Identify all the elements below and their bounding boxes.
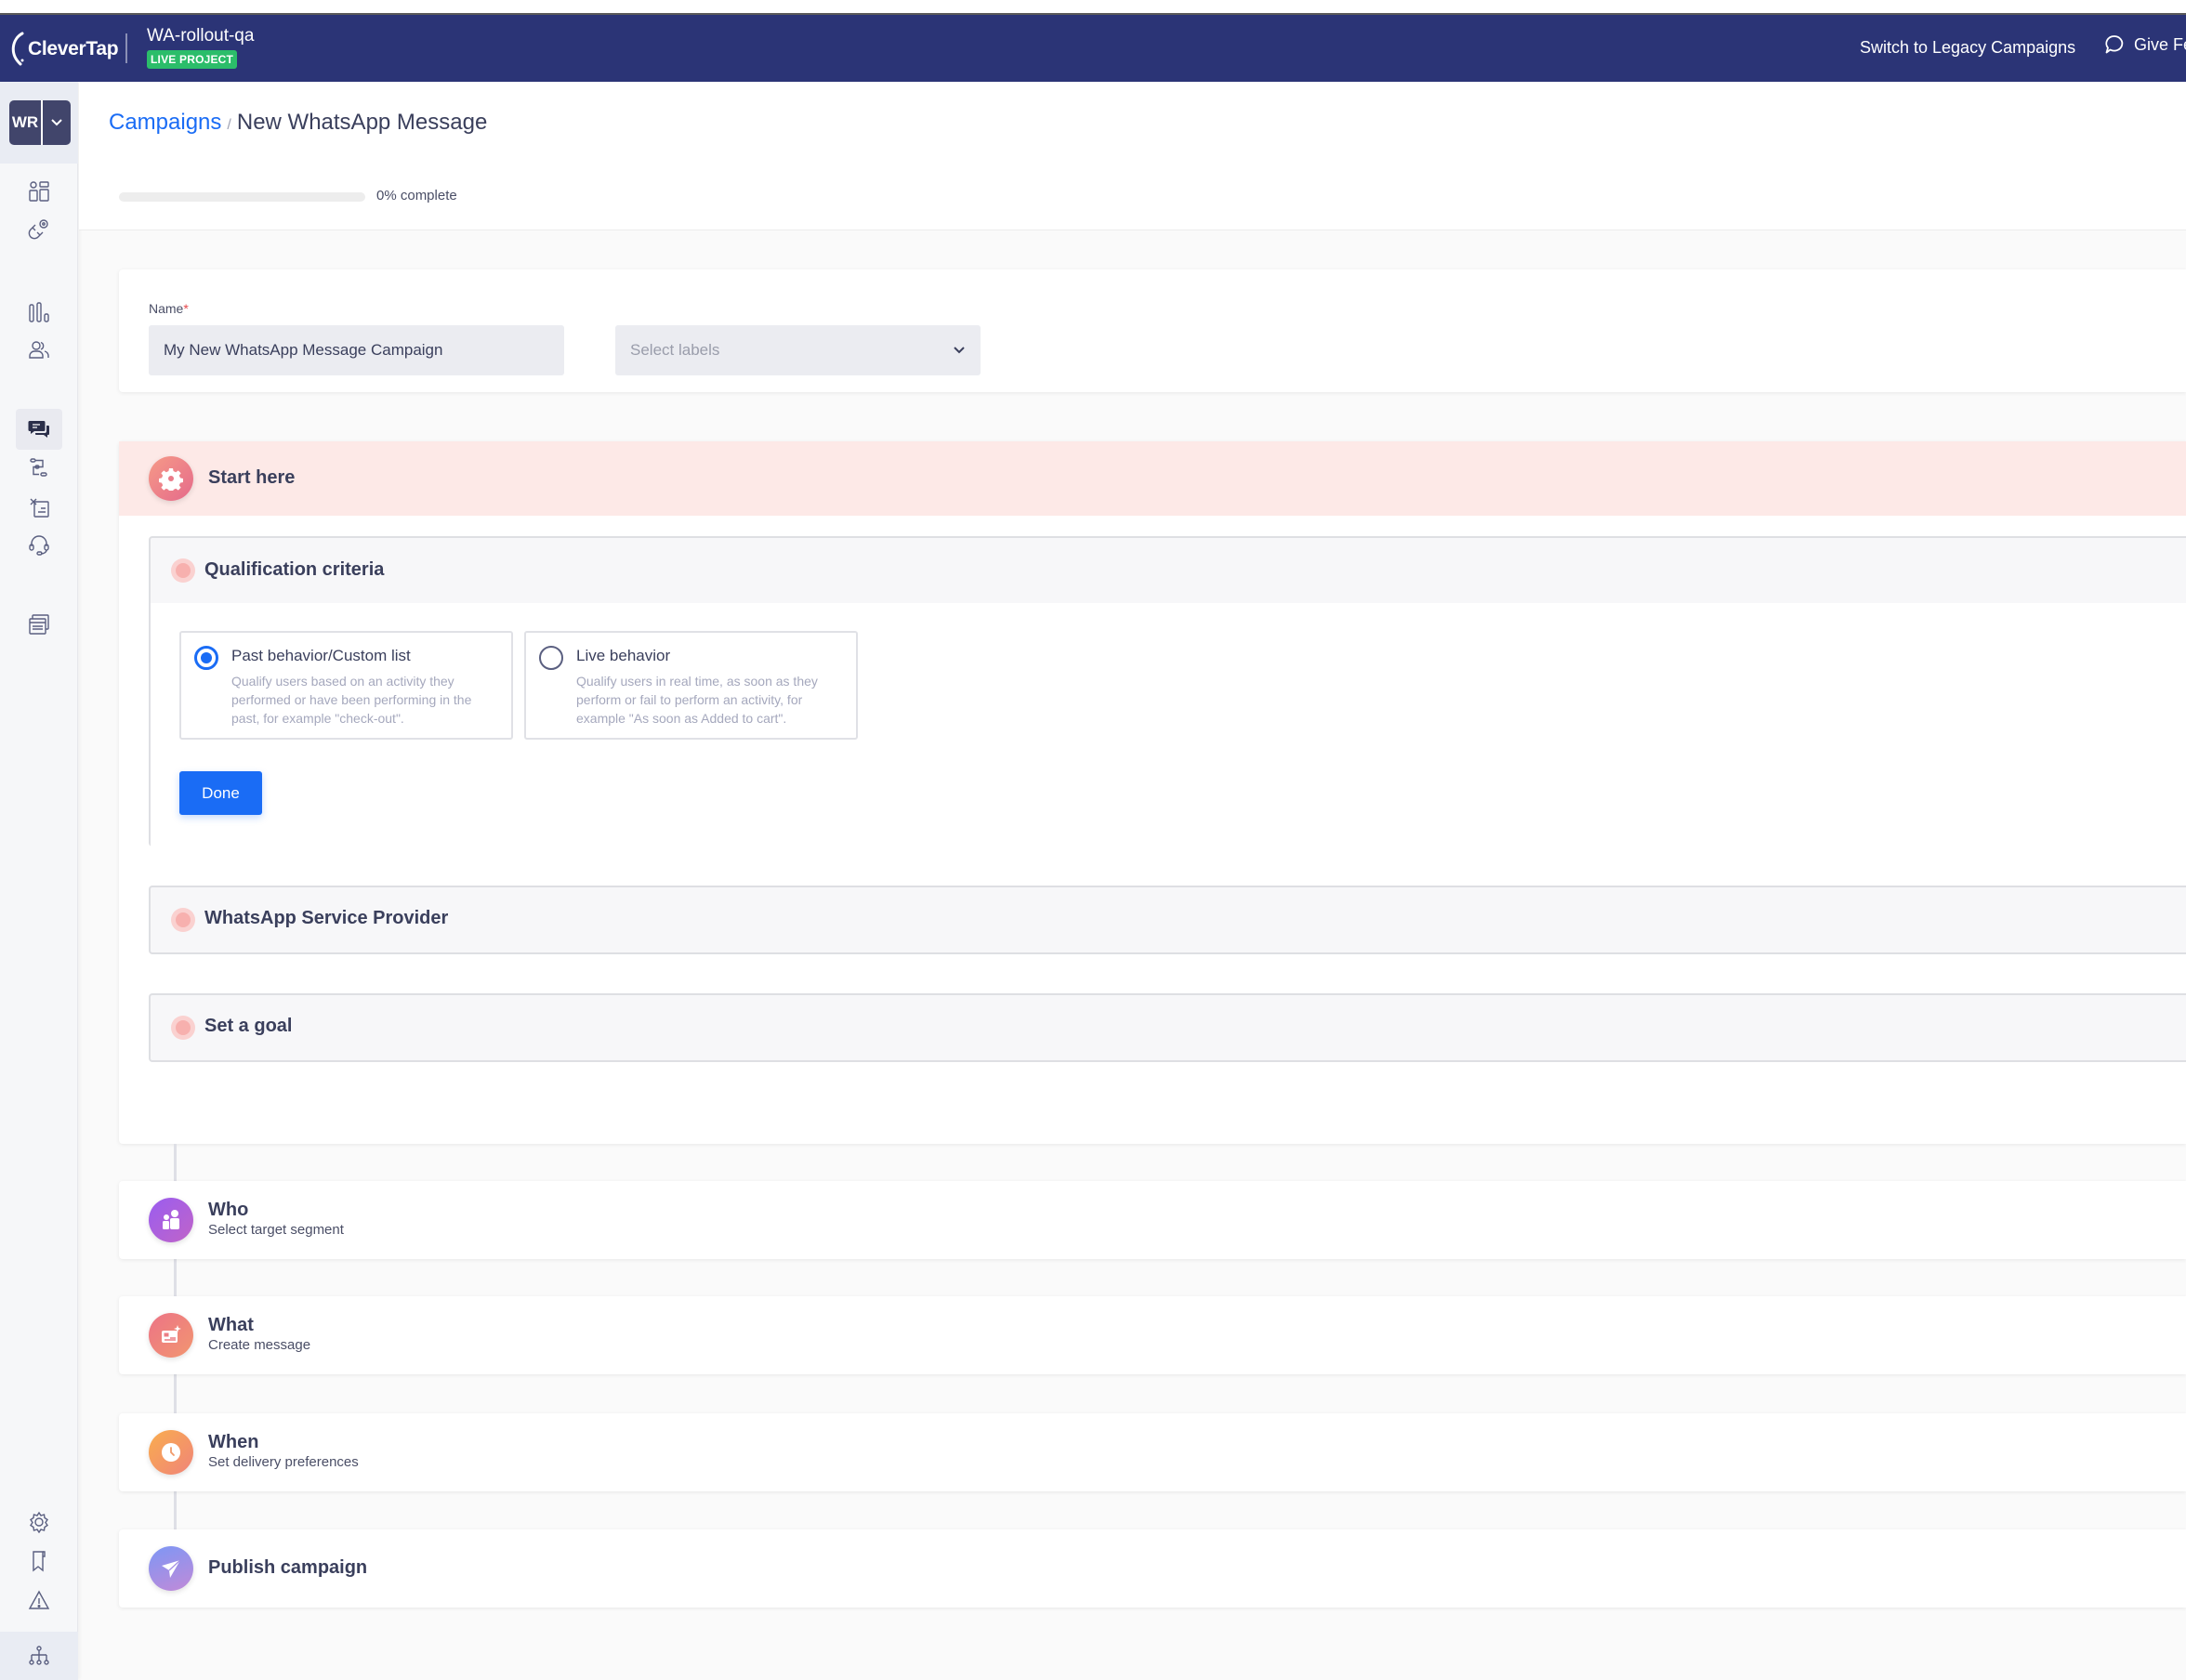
catalog-icon[interactable]	[16, 606, 62, 643]
give-feedback-label: Give Fe	[2134, 34, 2186, 54]
step-who[interactable]: Who Select target segment	[119, 1181, 2186, 1259]
option-description: Qualify users based on an activity they …	[231, 674, 472, 726]
radio-live-behavior[interactable]	[539, 646, 563, 670]
breadcrumb: Campaigns / New WhatsApp Message	[109, 110, 487, 136]
timeline-connector	[174, 1144, 177, 1181]
breadcrumb-separator: /	[227, 117, 231, 133]
step-when[interactable]: When Set delivery preferences	[119, 1413, 2186, 1491]
hierarchy-icon[interactable]	[16, 1637, 62, 1674]
status-dot-icon	[171, 908, 195, 932]
step-title: Who	[208, 1200, 249, 1220]
journeys-icon[interactable]	[16, 450, 62, 487]
workspace-initials: WR	[9, 100, 43, 145]
users-icon[interactable]	[16, 331, 62, 368]
step-publish[interactable]: Publish campaign	[119, 1529, 2186, 1608]
select-labels-placeholder: Select labels	[630, 341, 720, 359]
name-label: Name*	[149, 301, 189, 316]
chevron-down-icon	[954, 347, 965, 354]
campaign-name-input[interactable]	[149, 325, 564, 375]
qualification-criteria-header[interactable]: Qualification criteria	[151, 538, 2186, 603]
done-button[interactable]: Done	[179, 771, 262, 815]
qualification-criteria-title: Qualification criteria	[204, 559, 385, 580]
option-title: Past behavior/Custom list	[231, 647, 411, 664]
qualification-options: Past behavior/Custom list Qualify users …	[151, 603, 2186, 847]
required-asterisk: *	[183, 301, 189, 316]
page-title: New WhatsApp Message	[236, 110, 488, 135]
name-label-text: Name	[149, 301, 184, 316]
gear-icon	[149, 456, 193, 501]
progress-label: 0% complete	[376, 188, 457, 203]
message-card-icon	[149, 1313, 193, 1358]
page-header: Campaigns / New WhatsApp Message 0% comp…	[79, 82, 2186, 230]
bookmark-icon[interactable]	[16, 1542, 62, 1580]
step-title: Publish campaign	[208, 1557, 368, 1578]
option-live-behavior[interactable]: Live behavior Qualify users in real time…	[524, 631, 858, 740]
start-here-header[interactable]: Start here	[119, 441, 2186, 516]
live-project-badge: LIVE PROJECT	[147, 50, 238, 69]
timeline-connector	[174, 1491, 177, 1529]
set-goal-title: Set a goal	[204, 1016, 293, 1036]
experiments-icon[interactable]	[16, 489, 62, 526]
option-past-behavior[interactable]: Past behavior/Custom list Qualify users …	[179, 631, 513, 740]
chevron-down-icon[interactable]	[43, 100, 71, 145]
qualification-criteria-section: Qualification criteria Past behavior/Cus…	[149, 536, 2186, 847]
set-goal-section[interactable]: Set a goal	[149, 993, 2186, 1062]
logo-divider	[125, 33, 127, 63]
logo-text: CleverTap	[28, 38, 119, 59]
people-icon	[149, 1198, 193, 1242]
status-dot-icon	[171, 1016, 195, 1040]
top-navigation-bar: CleverTap WA-rollout-qa LIVE PROJECT Swi…	[0, 15, 2186, 82]
window-top-edge	[0, 0, 2186, 15]
give-feedback-button[interactable]: Give Fe	[2104, 34, 2186, 55]
boards-icon[interactable]	[16, 173, 62, 210]
workspace-area: WR	[0, 82, 78, 164]
switch-to-legacy-link[interactable]: Switch to Legacy Campaigns	[1860, 38, 2075, 58]
option-title: Live behavior	[576, 647, 671, 664]
speech-bubble-icon	[2105, 35, 2124, 54]
step-subtitle: Set delivery preferences	[208, 1454, 359, 1470]
whatsapp-service-provider-section[interactable]: WhatsApp Service Provider	[149, 886, 2186, 954]
start-here-section: Start here Qualification criteria Past b…	[119, 441, 2186, 1144]
messages-icon[interactable]	[16, 409, 62, 450]
step-subtitle: Create message	[208, 1337, 311, 1353]
option-description: Qualify users in real time, as soon as t…	[576, 674, 818, 726]
timeline-connector	[174, 1259, 177, 1296]
step-what[interactable]: What Create message	[119, 1296, 2186, 1374]
completion-progress-bar	[119, 192, 365, 202]
support-headset-icon[interactable]	[16, 526, 62, 563]
workspace-switcher[interactable]: WR	[9, 100, 71, 145]
main-content: Campaigns / New WhatsApp Message 0% comp…	[79, 82, 2186, 1680]
step-title: When	[208, 1432, 259, 1452]
analytics-bar-icon[interactable]	[16, 294, 62, 331]
radio-past-behavior[interactable]	[194, 646, 218, 670]
settings-gear-icon[interactable]	[16, 1503, 62, 1541]
select-labels-dropdown[interactable]: Select labels	[615, 325, 981, 375]
start-here-title: Start here	[208, 467, 296, 488]
step-subtitle: Select target segment	[208, 1222, 344, 1238]
step-title: What	[208, 1315, 254, 1335]
breadcrumb-campaigns-link[interactable]: Campaigns	[109, 110, 221, 136]
paper-plane-icon	[149, 1546, 193, 1591]
project-name[interactable]: WA-rollout-qa	[147, 26, 254, 46]
clevertap-logo[interactable]: CleverTap	[9, 32, 119, 67]
whatsapp-service-provider-title: WhatsApp Service Provider	[204, 908, 449, 928]
left-sidebar: WR	[0, 82, 78, 1680]
timeline-connector	[174, 1374, 177, 1413]
warning-icon[interactable]	[16, 1582, 62, 1619]
clevertap-logo-icon	[11, 32, 24, 66]
clock-icon	[149, 1430, 193, 1475]
status-dot-icon	[171, 558, 195, 583]
campaign-name-card: Name* Select labels	[119, 269, 2186, 392]
magnet-icon[interactable]	[16, 210, 62, 247]
